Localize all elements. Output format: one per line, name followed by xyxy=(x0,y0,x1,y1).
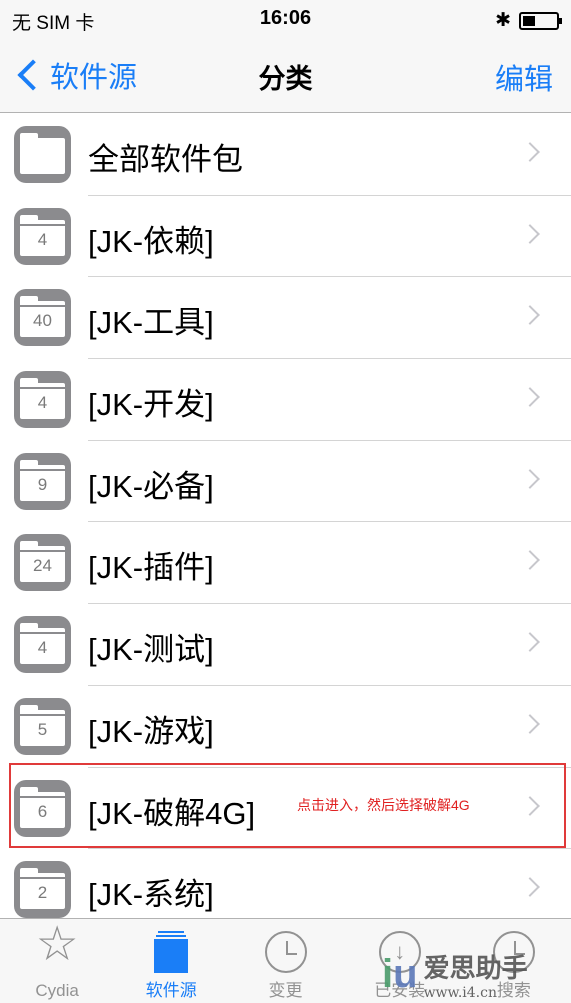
watermark-url: www.i4.cn xyxy=(423,985,497,1001)
star-icon: ☆ xyxy=(35,918,79,971)
sources-icon xyxy=(154,931,189,973)
chevron-right-icon xyxy=(520,632,540,653)
list-item[interactable]: 9 [JK-必备] xyxy=(0,440,571,523)
list-item[interactable]: 4 [JK-测试] xyxy=(0,603,571,686)
chevron-right-icon xyxy=(520,142,540,162)
list-item[interactable]: 全部软件包 xyxy=(0,113,571,196)
folder-icon: 40 xyxy=(14,289,71,347)
status-bar: 无 SIM 卡 16:06 ✱ xyxy=(0,0,571,40)
count-badge: 24 xyxy=(33,556,52,576)
list-item[interactable]: 4 [JK-开发] xyxy=(0,358,571,441)
folder-icon: 4 xyxy=(14,207,71,265)
count-badge: 4 xyxy=(37,229,48,249)
item-label: [JK-依赖] xyxy=(88,223,214,259)
highlight-box xyxy=(9,763,566,848)
battery-icon xyxy=(519,11,562,30)
item-label: [JK-开发] xyxy=(88,387,214,423)
count-badge: 2 xyxy=(37,883,48,903)
bluetooth-icon: ✱ xyxy=(495,10,511,31)
navigation-bar: 软件源 分类 编辑 xyxy=(0,40,571,113)
chevron-right-icon xyxy=(520,468,540,489)
list-item[interactable]: 40 [JK-工具] xyxy=(0,276,571,360)
folder-icon: 2 xyxy=(14,861,71,919)
tab-label: 变更 xyxy=(268,981,303,1000)
edit-button[interactable]: 编辑 xyxy=(495,56,553,98)
folder-icon: 4 xyxy=(14,616,71,674)
count-badge: 40 xyxy=(33,311,52,331)
tab-sources[interactable]: 软件源 xyxy=(114,919,228,1003)
item-label: [JK-工具] xyxy=(88,305,214,341)
item-label: [JK-插件] xyxy=(88,550,214,586)
page-title: 分类 xyxy=(258,64,313,94)
chevron-right-icon xyxy=(520,877,540,898)
item-label: [JK-游戏] xyxy=(88,713,214,749)
tab-label: Cydia xyxy=(35,981,79,1000)
list-item[interactable]: 24 [JK-插件] xyxy=(0,521,571,605)
watermark-brand: 爱思助手 xyxy=(423,953,528,983)
count-badge: 4 xyxy=(37,638,48,658)
count-badge: 4 xyxy=(37,393,48,413)
item-label: 全部软件包 xyxy=(88,142,243,177)
annotation-text: 点击进入，然后选择破解4G xyxy=(297,797,470,813)
folder-icon: 24 xyxy=(14,534,71,592)
item-label: [JK-系统] xyxy=(88,877,214,913)
folder-icon: 9 xyxy=(14,452,71,510)
chevron-right-icon xyxy=(520,387,540,407)
clock: 16:06 xyxy=(259,7,312,29)
count-badge: 9 xyxy=(37,474,48,494)
folder-icon xyxy=(14,126,71,183)
watermark: iu 爱思助手 www.i4.cn xyxy=(382,948,528,1001)
clock-icon xyxy=(264,931,307,973)
chevron-right-icon xyxy=(520,305,540,326)
chevron-right-icon xyxy=(520,550,540,571)
list-item[interactable]: 5 [JK-游戏] xyxy=(0,685,571,768)
item-label: [JK-必备] xyxy=(88,468,214,504)
count-badge: 5 xyxy=(37,719,48,739)
tab-cydia[interactable]: ☆ Cydia xyxy=(0,919,114,1003)
folder-icon: 5 xyxy=(14,697,71,755)
chevron-right-icon xyxy=(520,223,540,244)
chevron-right-icon xyxy=(520,713,540,734)
tab-changes[interactable]: 变更 xyxy=(228,919,342,1003)
folder-icon: 4 xyxy=(14,371,71,429)
list-item[interactable]: 4 [JK-依赖] xyxy=(0,195,571,278)
item-label: [JK-测试] xyxy=(88,632,214,668)
tab-label: 软件源 xyxy=(145,981,197,1000)
watermark-logo: iu xyxy=(382,952,418,996)
